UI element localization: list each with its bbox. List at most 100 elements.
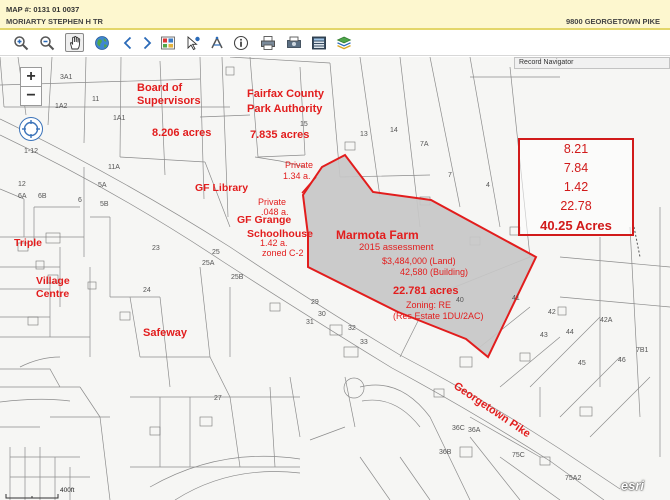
- zoom-in-button[interactable]: [11, 33, 30, 52]
- board-label: Board of: [137, 82, 183, 94]
- board-label-2: Supervisors: [137, 95, 201, 107]
- parcel-number: 32: [348, 325, 356, 332]
- parcel-number: 45: [578, 360, 586, 367]
- parcel-number: 44: [566, 329, 574, 336]
- layers-button[interactable]: [334, 33, 353, 52]
- farm-zoning: Zoning: RE: [406, 300, 452, 310]
- next-extent-button[interactable]: [137, 33, 156, 52]
- home-extent-button[interactable]: [19, 117, 43, 141]
- full-extent-button[interactable]: [92, 33, 111, 52]
- parcel-number: 7A: [420, 141, 429, 148]
- parcel-number: 36B: [439, 449, 452, 456]
- parcel-number: 33: [360, 339, 368, 346]
- parcel-number: 6A: [18, 193, 27, 200]
- parcel-number: 36A: [468, 427, 481, 434]
- info-icon: [233, 35, 248, 50]
- zoom-out-button[interactable]: [37, 33, 56, 52]
- grange-acres: 1.42 a.: [260, 238, 288, 248]
- parcel-number: 6B: [38, 193, 47, 200]
- parcel-number: 7: [448, 172, 452, 179]
- attribute-table-button[interactable]: [309, 33, 328, 52]
- parcel-number: 3A1: [60, 74, 73, 81]
- record-navigator[interactable]: Record Navigator: [514, 57, 670, 69]
- forward-arrow-icon: [143, 36, 151, 49]
- print-icon: [260, 35, 275, 50]
- parcel-number: 23: [152, 245, 160, 252]
- village-label: Village: [36, 275, 70, 287]
- print-button[interactable]: [258, 33, 277, 52]
- parcel-number: 4: [486, 182, 490, 189]
- zoom-out-icon: [39, 35, 54, 50]
- parcel-number: 41: [512, 295, 520, 302]
- parcel-number: 24: [143, 287, 151, 294]
- centre-label: Centre: [36, 288, 70, 300]
- farm-acres: 22.781 acres: [393, 285, 459, 297]
- grange-zoning: zoned C-2: [262, 248, 304, 258]
- parcel-number: 5B: [100, 201, 109, 208]
- parcel-number: 1A2: [55, 103, 68, 110]
- measure-button[interactable]: [207, 33, 226, 52]
- private-1-label: Private: [285, 160, 314, 170]
- parcel-number: 75C: [512, 452, 525, 459]
- parcel-number: 29: [311, 299, 319, 306]
- map-zoom-out-button[interactable]: −: [20, 86, 42, 106]
- zoom-in-icon: [13, 35, 28, 50]
- parcel-number: 15: [300, 121, 308, 128]
- parcel-number: 25B: [231, 274, 244, 281]
- parcel-number: 5A: [98, 182, 107, 189]
- table-icon: [311, 36, 326, 49]
- measure-icon: [210, 35, 223, 48]
- acres-total: 40.25 Acres: [540, 218, 612, 233]
- parcel-number: 14: [390, 127, 398, 134]
- previous-extent-button[interactable]: [118, 33, 137, 52]
- identify-button[interactable]: [183, 33, 202, 52]
- map-toolbar: [0, 30, 670, 56]
- pan-hand-icon: [69, 35, 80, 49]
- parcel-number: 1A1: [113, 115, 126, 122]
- parcel-number: 42: [548, 309, 556, 316]
- identify-pointer-icon: [187, 35, 200, 50]
- acres-value: 22.78: [560, 199, 592, 213]
- map-zoom-in-button[interactable]: +: [20, 67, 42, 87]
- grange-label: GF Grange: [237, 214, 292, 226]
- parcel-number: 40: [456, 297, 464, 304]
- pan-button[interactable]: [65, 33, 84, 52]
- back-arrow-icon: [123, 36, 131, 49]
- parcel-number: 27: [214, 395, 222, 402]
- parcel-viewer-app: MAP #: 0131 01 0037 MORIARTY STEPHEN H T…: [0, 0, 670, 500]
- globe-icon: [94, 35, 109, 50]
- layers-icon: [336, 36, 351, 49]
- private-2-label: Private: [258, 197, 287, 207]
- park-label: Fairfax County: [247, 88, 325, 100]
- safeway-label: Safeway: [143, 327, 188, 339]
- triple-label: Triple: [14, 237, 43, 249]
- map-canvas[interactable]: 3A1 1A2 11 1A1 15 13 14 1-12 11A 12 6A 6B 5A 5B 6 23 25A…: [0, 57, 670, 500]
- park-acres: 7.835 acres: [250, 129, 310, 141]
- parcel-number: 25A: [202, 260, 215, 267]
- export-button[interactable]: [284, 33, 303, 52]
- info-button[interactable]: [231, 33, 250, 52]
- record-navigator-label: Record Navigator: [519, 59, 574, 66]
- acres-value: 1.42: [563, 180, 589, 194]
- select-parcel-icon: [160, 36, 175, 49]
- parcel-number: 36C: [452, 425, 465, 432]
- map-number: MAP #: 0131 01 0037: [6, 5, 80, 14]
- scale-label: 400ft: [60, 487, 75, 494]
- export-icon: [286, 36, 301, 48]
- parcel-number: 6: [78, 197, 82, 204]
- park-label-2: Park Authority: [247, 103, 323, 115]
- parcel-number: 12: [18, 181, 26, 188]
- parcel-number: 43: [540, 332, 548, 339]
- property-address: 9800 GEORGETOWN PIKE: [565, 17, 660, 26]
- parcel-number: 46: [618, 357, 626, 364]
- select-parcel-button[interactable]: [158, 33, 177, 52]
- esri-logo: esri: [620, 478, 644, 493]
- parcel-number: 42A: [600, 317, 613, 324]
- owner-name: MORIARTY STEPHEN H TR: [6, 17, 103, 26]
- farm-land-value: $3,484,000 (Land): [382, 256, 456, 266]
- parcel-number: 75A2: [565, 475, 582, 482]
- acres-value: 8.21: [563, 142, 589, 156]
- farm-assessment: 2015 assessment: [359, 242, 434, 253]
- parcel-number: 1-12: [24, 148, 39, 155]
- acres-value: 7.84: [563, 161, 589, 175]
